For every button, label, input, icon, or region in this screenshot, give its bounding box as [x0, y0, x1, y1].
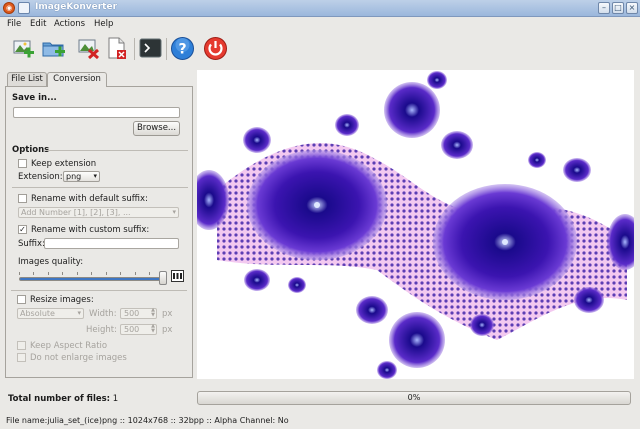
maximize-icon[interactable]: □ [612, 2, 624, 14]
keep-extension-label: Keep extension [31, 159, 97, 169]
chevron-down-icon: ▾ [77, 309, 81, 317]
chevron-down-icon: ▾ [93, 172, 97, 180]
quality-label: Images quality: [18, 257, 84, 267]
rename-custom-checkbox[interactable]: ✓ [18, 225, 27, 234]
options-divider [46, 150, 188, 151]
toolbar-separator [166, 38, 167, 60]
image-preview [197, 70, 634, 379]
save-in-label: Save in... [12, 93, 57, 103]
app-logo-icon[interactable]: ◉ [3, 2, 15, 14]
resize-checkbox[interactable] [17, 295, 26, 304]
extension-label: Extension: [18, 172, 63, 182]
terminal-icon[interactable] [137, 35, 164, 62]
fractal-spiral-bottom [389, 312, 445, 368]
extension-select[interactable]: png ▾ [63, 171, 100, 182]
help-icon[interactable]: ? [169, 35, 196, 62]
julia-set-image [197, 71, 634, 379]
chevron-down-icon: ▾ [172, 208, 176, 216]
rename-custom-label: Rename with custom suffix: [31, 225, 150, 235]
minimize-icon[interactable]: – [598, 2, 610, 14]
window-menu-icon[interactable] [18, 2, 30, 14]
fractal-spiral-top [384, 82, 440, 138]
default-suffix-value: Add Number [1], [2], [3], ... [21, 208, 131, 217]
save-path-input[interactable] [13, 107, 180, 118]
section-divider [12, 187, 188, 188]
remove-images-icon[interactable] [75, 35, 102, 62]
menu-file[interactable]: File [7, 19, 21, 29]
default-suffix-select[interactable]: Add Number [1], [2], [3], ... ▾ [18, 207, 179, 218]
quality-slider-handle[interactable] [159, 271, 167, 285]
height-value: 500 [124, 325, 140, 334]
quality-slider[interactable] [19, 277, 164, 281]
close-icon[interactable]: × [626, 2, 638, 14]
title-bar: ◉ ImageKonverter – □ × [0, 0, 640, 17]
spin-arrows-icon: ▲ ▼ [151, 323, 155, 334]
options-heading: Options [12, 145, 50, 155]
add-images-icon[interactable] [10, 35, 37, 62]
progress-bar: 0% [197, 391, 631, 405]
resize-mode-value: Absolute [20, 309, 55, 318]
total-files-count: 1 [112, 394, 119, 404]
menu-edit[interactable]: Edit [30, 19, 46, 29]
keep-aspect-checkbox[interactable] [17, 341, 26, 350]
left-panel: File List Conversion Save in... Browse..… [5, 72, 193, 378]
rename-default-checkbox[interactable] [18, 194, 27, 203]
toolbar: ? [0, 32, 640, 66]
rename-default-label: Rename with default suffix: [31, 194, 148, 204]
menu-help[interactable]: Help [94, 19, 113, 29]
add-folder-icon[interactable] [40, 35, 67, 62]
resize-mode-select[interactable]: Absolute ▾ [17, 308, 84, 319]
suffix-label: Suffix: [18, 239, 45, 249]
width-value: 500 [124, 309, 140, 318]
tab-file-list[interactable]: File List [7, 72, 47, 86]
quality-slider-ticks [19, 272, 164, 276]
total-files: Total number of files: 1 [8, 394, 118, 404]
spin-arrows-icon: ▲ ▼ [151, 307, 155, 318]
width-spinbox[interactable]: 500 ▲ ▼ [120, 308, 157, 319]
status-bar-text: File name:julia_set_(ice)png :: 1024x768… [6, 416, 289, 425]
extension-select-value: png [66, 172, 82, 181]
svg-text:?: ? [178, 42, 186, 58]
menu-actions[interactable]: Actions [54, 19, 85, 29]
suffix-input[interactable] [44, 238, 179, 249]
window-title: ImageKonverter [35, 2, 118, 12]
tab-conversion[interactable]: Conversion [47, 72, 107, 87]
total-files-label: Total number of files: [8, 394, 111, 404]
clear-list-icon[interactable] [103, 35, 130, 62]
no-enlarge-checkbox[interactable] [17, 353, 26, 362]
keep-extension-checkbox[interactable] [18, 159, 27, 168]
quality-lcd-icon [171, 270, 184, 282]
quit-icon[interactable] [202, 35, 229, 62]
height-spinbox[interactable]: 500 ▲ ▼ [120, 324, 157, 335]
toolbar-separator [134, 38, 135, 60]
menu-bar: File Edit Actions Help [0, 17, 640, 32]
browse-button[interactable]: Browse... [133, 121, 180, 136]
conversion-tab-panel: Save in... Browse... Options Keep extens… [5, 86, 193, 378]
progress-text: 0% [407, 393, 421, 402]
